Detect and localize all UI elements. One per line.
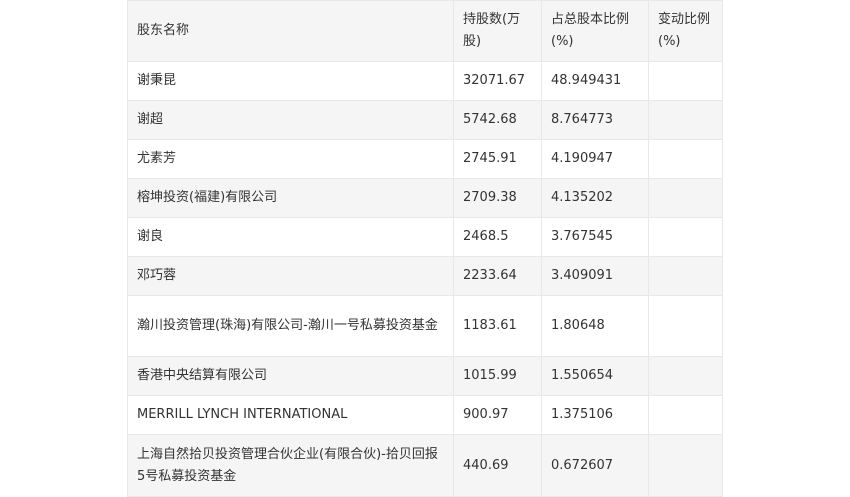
change: [648, 217, 723, 257]
table-row: 谢秉昆 32071.67 48.949431: [127, 61, 723, 101]
shareholder-table-container: 股东名称 持股数(万股) 占总股本比例(%) 变动比例(%) 谢秉昆 32071…: [127, 0, 723, 497]
shares: 1015.99: [453, 356, 542, 396]
shareholder-name: 谢良: [127, 217, 454, 257]
shareholder-name: 谢秉昆: [127, 61, 454, 101]
ratio: 4.190947: [541, 139, 649, 179]
ratio: 8.764773: [541, 100, 649, 140]
change: [648, 61, 723, 101]
ratio: 1.375106: [541, 395, 649, 435]
header-ratio: 占总股本比例(%): [541, 0, 649, 62]
ratio: 1.550654: [541, 356, 649, 396]
header-shareholder-name: 股东名称: [127, 0, 454, 62]
shares: 5742.68: [453, 100, 542, 140]
table-row: 榕坤投资(福建)有限公司 2709.38 4.135202: [127, 178, 723, 218]
shareholder-name: 瀚川投资管理(珠海)有限公司-瀚川一号私募投资基金: [127, 295, 454, 357]
change: [648, 295, 723, 357]
change: [648, 356, 723, 396]
shares: 32071.67: [453, 61, 542, 101]
change: [648, 178, 723, 218]
table-row: 邓巧蓉 2233.64 3.409091: [127, 256, 723, 296]
change: [648, 100, 723, 140]
shares: 2468.5: [453, 217, 542, 257]
change: [648, 256, 723, 296]
shares: 2709.38: [453, 178, 542, 218]
shareholder-name: 邓巧蓉: [127, 256, 454, 296]
shareholder-name: 谢超: [127, 100, 454, 140]
header-shares: 持股数(万股): [453, 0, 542, 62]
table-row: 谢良 2468.5 3.767545: [127, 217, 723, 257]
ratio: 48.949431: [541, 61, 649, 101]
table-row: 上海自然拾贝投资管理合伙企业(有限合伙)-拾贝回报5号私募投资基金 440.69…: [127, 434, 723, 497]
shareholder-table: 股东名称 持股数(万股) 占总股本比例(%) 变动比例(%) 谢秉昆 32071…: [127, 0, 723, 497]
table-row: 香港中央结算有限公司 1015.99 1.550654: [127, 356, 723, 396]
table-row: 尤素芳 2745.91 4.190947: [127, 139, 723, 179]
table-row: MERRILL LYNCH INTERNATIONAL 900.97 1.375…: [127, 395, 723, 435]
shareholder-name: 上海自然拾贝投资管理合伙企业(有限合伙)-拾贝回报5号私募投资基金: [127, 434, 454, 497]
shareholder-name: 尤素芳: [127, 139, 454, 179]
shares: 2745.91: [453, 139, 542, 179]
change: [648, 434, 723, 497]
shares: 2233.64: [453, 256, 542, 296]
header-change: 变动比例(%): [648, 0, 723, 62]
ratio: 3.767545: [541, 217, 649, 257]
change: [648, 139, 723, 179]
shareholder-name: MERRILL LYNCH INTERNATIONAL: [127, 395, 454, 435]
ratio: 4.135202: [541, 178, 649, 218]
shareholder-name: 榕坤投资(福建)有限公司: [127, 178, 454, 218]
shares: 440.69: [453, 434, 542, 497]
table-row: 谢超 5742.68 8.764773: [127, 100, 723, 140]
ratio: 1.80648: [541, 295, 649, 357]
shareholder-name: 香港中央结算有限公司: [127, 356, 454, 396]
change: [648, 395, 723, 435]
table-row: 瀚川投资管理(珠海)有限公司-瀚川一号私募投资基金 1183.61 1.8064…: [127, 295, 723, 357]
shares: 900.97: [453, 395, 542, 435]
table-header-row: 股东名称 持股数(万股) 占总股本比例(%) 变动比例(%): [127, 0, 723, 62]
ratio: 3.409091: [541, 256, 649, 296]
shares: 1183.61: [453, 295, 542, 357]
ratio: 0.672607: [541, 434, 649, 497]
